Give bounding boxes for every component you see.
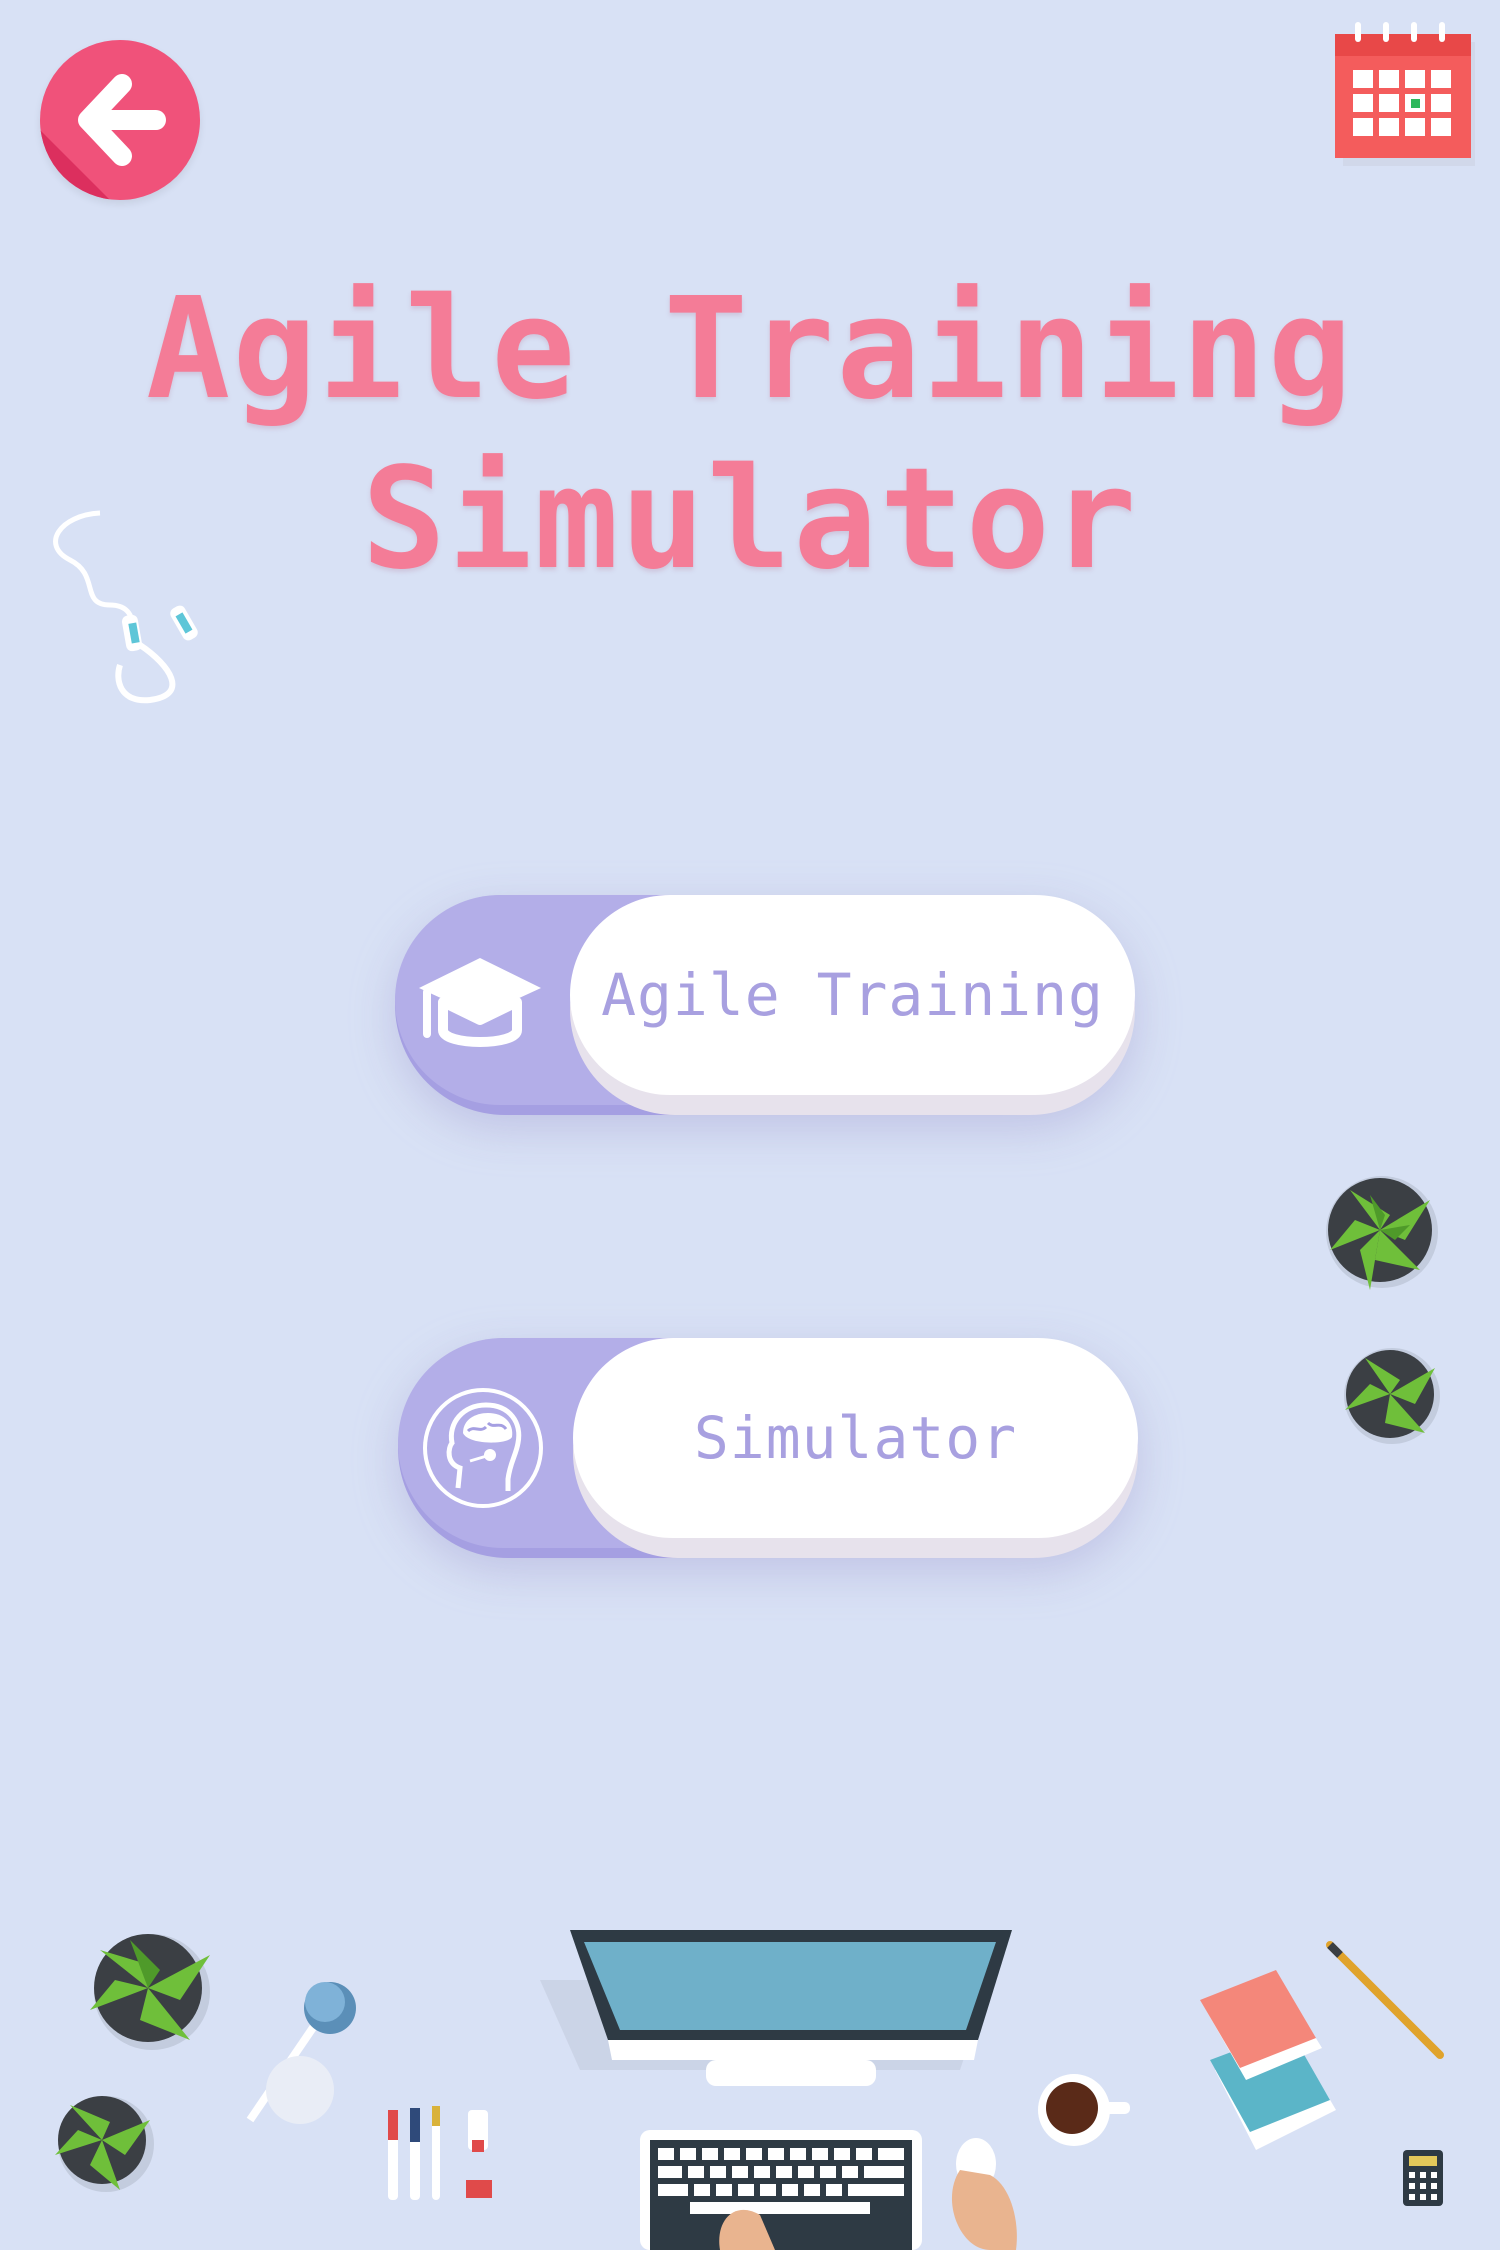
calendar-icon <box>1335 22 1475 166</box>
graduation-cap-icon <box>419 958 541 1047</box>
keyboard-decoration <box>640 2130 922 2250</box>
calculator-decoration <box>1403 2150 1443 2206</box>
back-button[interactable] <box>40 40 200 200</box>
pens-decoration <box>388 2106 492 2200</box>
desk-decoration <box>55 1930 1444 2250</box>
simulator-label: Simulator <box>693 1404 1018 1472</box>
mouse-decoration <box>951 2138 1017 2250</box>
books-decoration <box>1200 1970 1336 2150</box>
arrow-left-icon <box>78 74 166 166</box>
lamp-decoration <box>246 1982 356 2124</box>
agile-training-label: Agile Training <box>601 961 1104 1029</box>
head-brain-icon <box>423 1388 543 1508</box>
title-line-1: Agile Training <box>145 268 1355 431</box>
coffee-cup-decoration <box>1038 2074 1130 2146</box>
agile-training-button[interactable]: Agile Training <box>395 895 1135 1115</box>
monitor-decoration <box>540 1930 1012 2086</box>
page-title: Agile Training Simulator <box>0 265 1500 605</box>
calendar-button[interactable] <box>1335 20 1475 166</box>
pencil-decoration <box>1326 1941 1444 2059</box>
plant-decoration <box>1326 1176 1438 1290</box>
plant-decoration <box>90 1934 210 2050</box>
simulator-button[interactable]: Simulator <box>398 1338 1138 1558</box>
title-line-2: Simulator <box>361 438 1139 601</box>
plant-decoration <box>55 2096 154 2192</box>
plant-decoration <box>1344 1348 1440 1444</box>
earphones-decoration <box>53 510 198 704</box>
